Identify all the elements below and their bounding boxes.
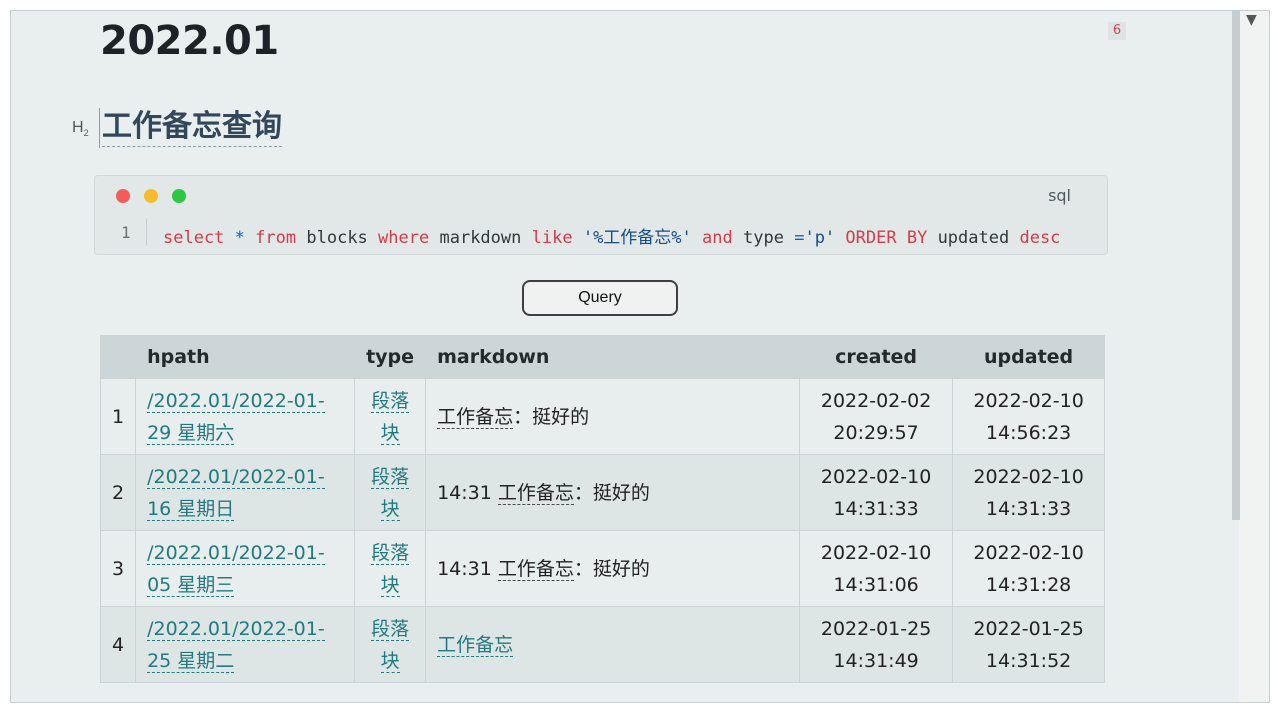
hpath-cell: /2022.01/2022-01- 29 星期六 <box>135 378 356 455</box>
code-token: desc <box>1019 228 1061 248</box>
query-button[interactable]: Query <box>522 280 678 316</box>
header-index <box>99 335 137 379</box>
markdown-link[interactable]: 工作备忘 <box>437 633 514 657</box>
block-ref[interactable]: 工作备忘 <box>497 481 574 505</box>
markdown-cell: 工作备忘 <box>425 606 801 683</box>
row-index: 2 <box>99 454 137 531</box>
table-row: 2 /2022.01/2022-01- 16 星期日 段落块 14:31 工作备忘… <box>99 454 1106 531</box>
code-token: blocks <box>306 228 368 248</box>
header-updated: updated <box>952 335 1106 379</box>
updated-cell: 2022-02-10 14:31:33 <box>952 454 1106 531</box>
updated-cell: 2022-02-10 14:31:28 <box>952 530 1106 607</box>
type-cell: 段落块 <box>354 378 427 455</box>
type-link[interactable]: 块 <box>380 497 400 521</box>
query-results-table: hpath type markdown created updated 1 /2… <box>99 335 1106 683</box>
code-token: from <box>255 228 297 248</box>
row-index: 3 <box>99 530 137 607</box>
heading-level-icon[interactable]: H2 <box>72 119 89 138</box>
scrollbar-thumb[interactable] <box>1232 10 1240 520</box>
created-cell: 2022-02-10 14:31:06 <box>799 530 954 607</box>
type-link[interactable]: 块 <box>380 573 400 597</box>
row-index: 4 <box>99 606 137 683</box>
hpath-cell: /2022.01/2022-01- 16 星期日 <box>135 454 356 531</box>
hpath-link[interactable]: 25 星期二 <box>147 649 235 673</box>
header-type: type <box>354 335 427 379</box>
code-token: like <box>531 228 573 248</box>
table-row: 1 /2022.01/2022-01- 29 星期六 段落块 工作备忘：挺好的 2… <box>99 378 1106 455</box>
updated-cell: 2022-02-10 14:56:23 <box>952 378 1106 455</box>
type-link[interactable]: 段落 <box>371 465 410 489</box>
created-cell: 2022-01-25 14:31:49 <box>799 606 954 683</box>
type-cell: 段落块 <box>354 454 427 531</box>
created-cell: 2022-02-02 20:29:57 <box>799 378 954 455</box>
hpath-link[interactable]: /2022.01/2022-01- <box>147 389 325 413</box>
code-token: where <box>378 228 430 248</box>
yellow-dot-icon <box>144 189 158 203</box>
updated-cell: 2022-01-25 14:31:52 <box>952 606 1106 683</box>
hpath-link[interactable]: 05 星期三 <box>147 573 235 597</box>
markdown-text: 14:31 <box>437 481 498 504</box>
markdown-cell: 工作备忘：挺好的 <box>425 378 801 455</box>
type-link[interactable]: 段落 <box>371 389 410 413</box>
scroll-down-arrow-icon[interactable]: ▼ <box>1246 11 1257 29</box>
scrollbar-track[interactable] <box>1239 10 1270 703</box>
markdown-text: ：挺好的 <box>513 405 590 428</box>
line-number: 1 <box>121 223 131 242</box>
code-token: 'p' <box>804 228 836 248</box>
code-token: select <box>163 228 225 248</box>
sql-code-block[interactable]: sql 1 select * from blocks where markdow… <box>94 175 1108 255</box>
created-cell: 2022-02-10 14:31:33 <box>799 454 954 531</box>
code-token: type <box>743 228 784 248</box>
section-heading[interactable]: 工作备忘查询 <box>102 108 282 147</box>
green-dot-icon <box>172 189 186 203</box>
text-cursor <box>99 108 100 148</box>
hpath-link[interactable]: 16 星期日 <box>147 497 235 521</box>
code-token: ORDER BY <box>845 228 928 248</box>
code-token: * <box>234 228 245 248</box>
hpath-link[interactable]: /2022.01/2022-01- <box>147 617 325 641</box>
type-cell: 段落块 <box>354 606 427 683</box>
table-row: 4 /2022.01/2022-01- 25 星期二 段落块 工作备忘 2022-… <box>99 606 1106 683</box>
code-language-label[interactable]: sql <box>1048 186 1071 205</box>
markdown-text: 14:31 <box>437 557 498 580</box>
type-link[interactable]: 段落 <box>371 617 410 641</box>
code-token: updated <box>937 228 1010 248</box>
hpath-link[interactable]: /2022.01/2022-01- <box>147 465 325 489</box>
code-token: and <box>702 228 733 248</box>
hpath-cell: /2022.01/2022-01- 25 星期二 <box>135 606 356 683</box>
header-markdown: markdown <box>425 335 801 379</box>
count-badge: 6 <box>1108 22 1126 40</box>
row-index: 1 <box>99 378 137 455</box>
type-link[interactable]: 块 <box>380 649 400 673</box>
markdown-text: ：挺好的 <box>573 481 650 504</box>
table-header-row: hpath type markdown created updated <box>99 335 1106 379</box>
code-gutter-divider <box>146 218 147 246</box>
type-link[interactable]: 段落 <box>371 541 410 565</box>
hpath-link[interactable]: /2022.01/2022-01- <box>147 541 325 565</box>
header-hpath: hpath <box>135 335 356 379</box>
block-ref[interactable]: 工作备忘 <box>437 405 514 429</box>
hpath-link[interactable]: 29 星期六 <box>147 421 235 445</box>
block-ref[interactable]: 工作备忘 <box>497 557 574 581</box>
code-token: '%工作备忘%' <box>582 228 692 248</box>
table-row: 3 /2022.01/2022-01- 05 星期三 段落块 14:31 工作备忘… <box>99 530 1106 607</box>
code-token: = <box>794 228 805 248</box>
markdown-text: ：挺好的 <box>573 557 650 580</box>
sql-query-text[interactable]: select * from blocks where markdown like… <box>163 223 1060 248</box>
markdown-cell: 14:31 工作备忘：挺好的 <box>425 454 801 531</box>
type-cell: 段落块 <box>354 530 427 607</box>
document-title: 2022.01 <box>100 18 279 64</box>
header-created: created <box>799 335 954 379</box>
hpath-cell: /2022.01/2022-01- 05 星期三 <box>135 530 356 607</box>
markdown-cell: 14:31 工作备忘：挺好的 <box>425 530 801 607</box>
red-dot-icon <box>116 189 130 203</box>
type-link[interactable]: 块 <box>380 421 400 445</box>
code-token: markdown <box>439 228 522 248</box>
